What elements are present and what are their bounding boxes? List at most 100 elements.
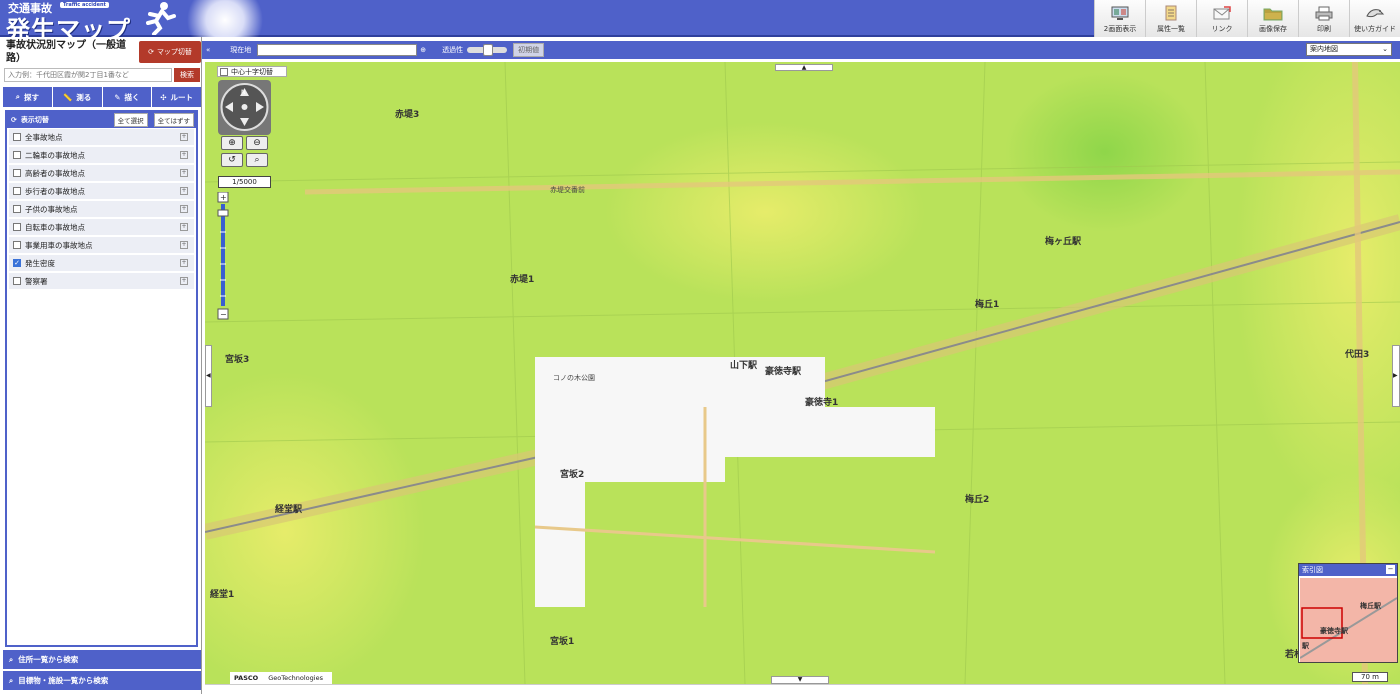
guide-label: 使い方ガイド [1354, 25, 1396, 33]
layer-checkbox[interactable] [13, 169, 21, 177]
compass-icon: N [220, 83, 269, 131]
tool-search-label: 探す [23, 92, 39, 102]
label-umegaoka1: 梅丘1 [975, 300, 1000, 310]
landmark-list-search-button[interactable]: ⌕ 目標物・施設一覧から検索 [3, 671, 201, 690]
sidebar: 事故状況別マップ（一般道路） ⟳ マップ切替 検索 ⌕探す 📏測る ✎描く ✣ル… [0, 37, 202, 694]
collapse-sidebar-icon[interactable]: « [206, 46, 210, 54]
map-canvas[interactable]: 赤堤3 赤堤1 梅丘1 梅丘2 宮坂2 宮坂3 豪徳寺1 代田3 経堂1 梅ヶ丘… [205, 62, 1400, 684]
crosshair-checkbox[interactable] [220, 67, 228, 76]
expand-icon[interactable]: + [180, 277, 188, 285]
app-logo[interactable]: 交通事故 Traffic accident 発生マップ [0, 0, 280, 37]
address-list-search-button[interactable]: ⌕ 住所一覧から検索 [3, 650, 201, 669]
guide-icon [1364, 5, 1386, 21]
crosshair-icon[interactable]: ⊕ [420, 46, 426, 54]
index-map-header: 索引図 − [1299, 564, 1397, 576]
layer-checkbox[interactable] [13, 151, 21, 159]
address-search-button[interactable]: 検索 [174, 68, 200, 82]
minimize-icon[interactable]: − [1386, 565, 1395, 574]
label-gotokuji-station: 豪徳寺駅 [765, 367, 802, 377]
layer-checkbox[interactable] [13, 133, 21, 141]
credit-pasco: PASCO [234, 674, 259, 682]
layer-checkbox[interactable] [13, 205, 21, 213]
expand-icon[interactable]: + [180, 259, 188, 267]
layer-item[interactable]: 全事故地点 + [9, 129, 194, 146]
tool-measure-button[interactable]: 📏 測る [52, 87, 102, 107]
rotate-reset-button[interactable]: ↺ [221, 153, 243, 167]
tool-search-button[interactable]: ⌕ 探す [3, 87, 52, 107]
label-umegaoka2: 梅丘2 [965, 495, 990, 505]
index-map[interactable]: 索引図 − 梅丘駅 豪徳寺駅 駅 [1298, 563, 1398, 663]
expand-icon[interactable]: + [180, 169, 188, 177]
map-switch-button[interactable]: ⟳ マップ切替 [139, 41, 201, 63]
save-image-button[interactable]: 画像保存 [1247, 0, 1298, 37]
layer-item[interactable]: 子供の事故地点 + [9, 201, 194, 218]
expand-icon[interactable]: + [180, 223, 188, 231]
layer-item[interactable]: 高齢者の事故地点 + [9, 165, 194, 182]
expand-icon[interactable]: + [180, 133, 188, 141]
address-list-search-label: 住所一覧から検索 [18, 655, 79, 664]
layer-item[interactable]: 自転車の事故地点 + [9, 219, 194, 236]
zoom-in-icon: ⊕ [228, 138, 236, 148]
layer-label: 発生密度 [25, 258, 55, 268]
tool-route-button[interactable]: ✣ ルート [152, 87, 201, 107]
expand-icon[interactable]: + [180, 241, 188, 249]
guide-button[interactable]: 使い方ガイド [1349, 0, 1400, 37]
map-credits: PASCO GeoTechnologies [230, 672, 332, 684]
zoom-area-button[interactable]: ⌕ [246, 153, 268, 167]
search-icon: ⌕ [9, 654, 14, 664]
layer-item[interactable]: 事業用車の事故地点 + [9, 237, 194, 254]
address-search-input[interactable] [4, 68, 172, 82]
opacity-slider-knob[interactable] [483, 44, 494, 56]
deselect-all-button[interactable]: 全てはずす [153, 113, 194, 127]
layer-label: 歩行者の事故地点 [25, 186, 85, 196]
crosshair-toggle[interactable]: 中心十字切替 [217, 66, 287, 77]
layer-label: 自転車の事故地点 [25, 222, 85, 232]
dual-screen-label: 2画面表示 [1103, 25, 1137, 33]
index-map-view[interactable]: 梅丘駅 豪徳寺駅 駅 [1300, 578, 1397, 662]
select-all-button[interactable]: 全て選択 [113, 113, 148, 127]
map-switch-label: マップ切替 [156, 48, 192, 56]
map-title: 事故状況別マップ（一般道路） [6, 40, 126, 64]
expand-icon[interactable]: + [180, 187, 188, 195]
attribute-list-button[interactable]: 属性一覧 [1145, 0, 1196, 37]
printer-icon [1313, 5, 1335, 21]
pan-left-button[interactable]: ◀ [205, 345, 212, 407]
refresh-icon: ⟳ [148, 48, 154, 56]
layer-label: 二輪車の事故地点 [25, 150, 85, 160]
map-footer [205, 684, 1400, 694]
layer-checkbox[interactable] [13, 241, 21, 249]
print-button[interactable]: 印刷 [1298, 0, 1349, 37]
zoom-in-button[interactable]: ⊕ [221, 136, 243, 150]
pan-up-button[interactable]: ▲ [775, 64, 833, 71]
layer-checkbox[interactable] [13, 187, 21, 195]
opacity-slider[interactable] [467, 44, 508, 56]
layer-checkbox[interactable] [13, 277, 21, 285]
layer-label: 警察署 [25, 276, 48, 286]
layer-checkbox[interactable] [13, 223, 21, 231]
zoom-out-button[interactable]: ⊖ [246, 136, 268, 150]
map-type-select[interactable]: 案内地図 ⌄ [1306, 43, 1392, 56]
layer-label: 子供の事故地点 [25, 204, 78, 214]
brand-main-text: 発生マップ [6, 15, 131, 37]
expand-icon[interactable]: + [180, 151, 188, 159]
link-button[interactable]: リンク [1196, 0, 1247, 37]
layer-item[interactable]: 二輪車の事故地点 + [9, 147, 194, 164]
layer-item[interactable]: 歩行者の事故地点 + [9, 183, 194, 200]
pan-right-button[interactable]: ▶ [1392, 345, 1400, 407]
layer-checkbox[interactable]: ✓ [13, 259, 21, 267]
brand-badge: Traffic accident [60, 2, 109, 8]
map-navigation-compass[interactable]: N [218, 80, 271, 135]
dual-screen-button[interactable]: 2画面表示 [1094, 0, 1145, 37]
expand-icon[interactable]: + [180, 205, 188, 213]
layer-item[interactable]: ✓ 発生密度 + [9, 255, 194, 272]
zoom-slider[interactable]: + − [217, 191, 229, 320]
search-icon: ⌕ [9, 675, 14, 685]
tool-draw-button[interactable]: ✎ 描く [102, 87, 152, 107]
pan-down-button[interactable]: ▼ [771, 676, 829, 684]
layer-item[interactable]: 警察署 + [9, 273, 194, 290]
reset-opacity-button[interactable]: 初期値 [513, 43, 545, 57]
arrow-left-icon: ◀ [206, 372, 211, 379]
label-kyodo-station: 経堂駅 [275, 505, 303, 515]
location-input[interactable] [257, 44, 418, 56]
layer-panel-header: ⟳ 表示切替 全て選択 全てはずす [7, 112, 196, 128]
